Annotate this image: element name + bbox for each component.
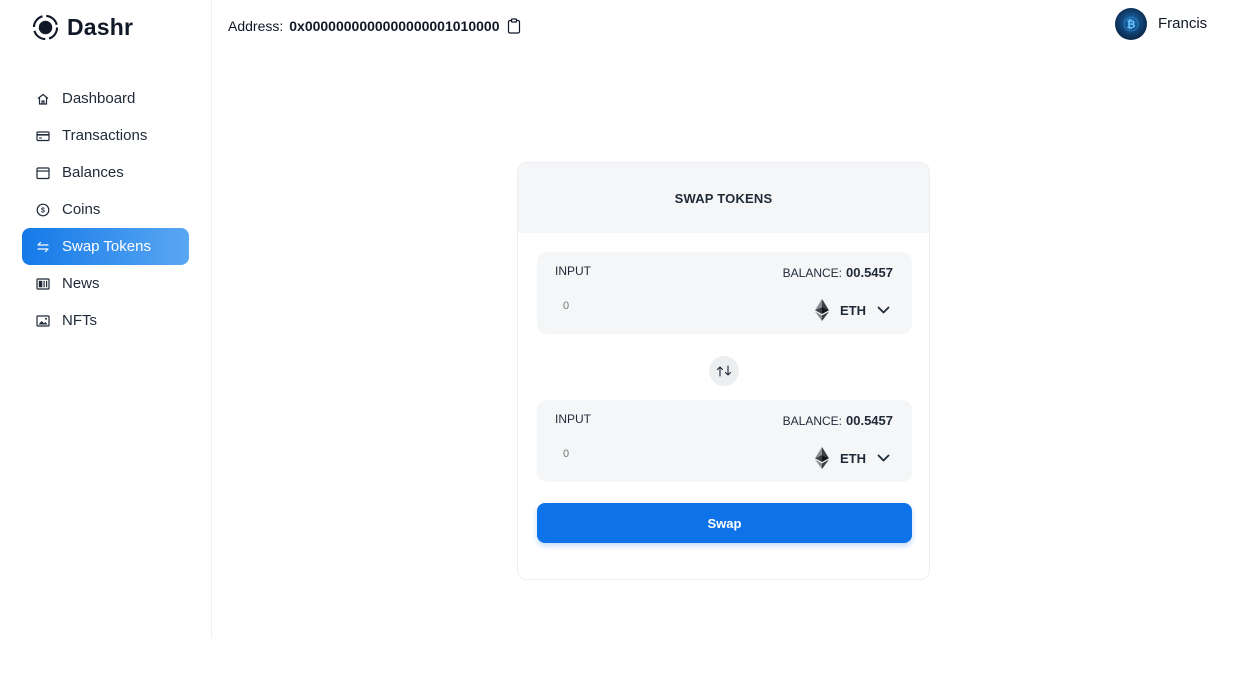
sidebar-item-swap-tokens[interactable]: Swap Tokens <box>22 228 189 265</box>
token-symbol: ETH <box>840 302 866 318</box>
balance-value: 00.5457 <box>846 413 893 428</box>
sidebar: Dashr Dashboard Transactions Balances $ … <box>0 0 212 638</box>
chevron-down-icon <box>877 454 890 461</box>
balance-value: 00.5457 <box>846 265 893 280</box>
sidebar-item-news[interactable]: News <box>22 265 189 302</box>
wallet-icon <box>36 166 50 180</box>
sidebar-item-balances[interactable]: Balances <box>22 154 189 191</box>
sidebar-item-label: Dashboard <box>62 90 136 107</box>
sidebar-item-label: Balances <box>62 164 124 181</box>
svg-text:₿: ₿ <box>1127 18 1136 31</box>
input-label: INPUT <box>555 264 591 278</box>
balance-label: BALANCE: <box>782 414 842 428</box>
address-label: Address: <box>228 18 284 34</box>
chevron-down-icon <box>877 306 890 313</box>
app-name: Dashr <box>67 14 134 40</box>
swap-vertical-icon <box>716 365 732 377</box>
from-amount-input[interactable] <box>555 296 755 316</box>
balance: BALANCE: 00.5457 <box>783 265 893 280</box>
avatar[interactable]: ₿ <box>1115 8 1147 40</box>
ethereum-icon <box>815 447 829 469</box>
swap-button[interactable]: Swap <box>537 503 912 543</box>
ethereum-icon <box>815 299 829 321</box>
newspaper-icon <box>36 277 50 291</box>
sidebar-item-label: Transactions <box>62 127 148 144</box>
bitcoin-avatar-icon: ₿ <box>1123 16 1139 32</box>
token-symbol: ETH <box>840 450 866 466</box>
user-profile[interactable]: ₿ Francis <box>1115 8 1207 40</box>
to-amount-input[interactable] <box>555 444 755 464</box>
address-value: 0x0000000000000000001010000 <box>289 18 500 34</box>
logo[interactable]: Dashr <box>32 14 133 41</box>
clipboard-icon[interactable] <box>507 18 521 34</box>
image-icon <box>36 314 50 328</box>
logo-icon <box>32 14 59 41</box>
balance: BALANCE: 00.5457 <box>783 413 893 428</box>
swap-card-header: SWAP TOKENS <box>518 163 929 233</box>
wallet-address: Address: 0x0000000000000000001010000 <box>228 18 521 34</box>
home-icon <box>36 92 50 106</box>
switch-direction-button[interactable] <box>709 356 739 386</box>
sidebar-item-label: News <box>62 275 100 292</box>
swap-card-title: SWAP TOKENS <box>674 190 773 206</box>
balance-label: BALANCE: <box>782 266 842 280</box>
swap-arrows-icon <box>36 240 50 254</box>
swap-card: SWAP TOKENS INPUT BALANCE: 00.5457 ETH <box>517 162 930 580</box>
user-name: Francis <box>1158 15 1208 32</box>
from-token-select[interactable]: ETH <box>815 299 890 321</box>
sidebar-item-coins[interactable]: $ Coins <box>22 191 189 228</box>
sidebar-item-label: NFTs <box>62 312 97 329</box>
sidebar-item-dashboard[interactable]: Dashboard <box>22 80 189 117</box>
swap-from-panel: INPUT BALANCE: 00.5457 ETH <box>537 252 912 334</box>
to-token-select[interactable]: ETH <box>815 447 890 469</box>
sidebar-item-label: Swap Tokens <box>62 238 151 255</box>
svg-text:$: $ <box>41 207 45 214</box>
input-label: INPUT <box>555 412 591 426</box>
sidebar-nav: Dashboard Transactions Balances $ Coins … <box>22 80 189 339</box>
sidebar-item-label: Coins <box>62 201 101 218</box>
credit-card-icon <box>36 129 50 143</box>
coin-icon: $ <box>36 203 50 217</box>
sidebar-item-transactions[interactable]: Transactions <box>22 117 189 154</box>
swap-to-panel: INPUT BALANCE: 00.5457 ETH <box>537 400 912 482</box>
sidebar-item-nfts[interactable]: NFTs <box>22 302 189 339</box>
